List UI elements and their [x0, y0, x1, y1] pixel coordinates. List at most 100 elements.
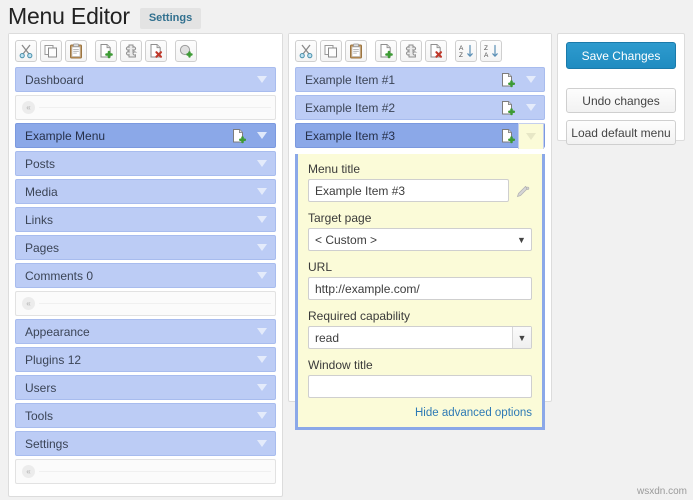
url-input[interactable]	[308, 277, 532, 300]
sidebar-item-tools[interactable]: Tools	[15, 403, 276, 428]
row-expand-toggle[interactable]	[249, 432, 275, 455]
copy-button[interactable]	[40, 39, 62, 62]
paste-button[interactable]	[65, 39, 87, 62]
puzzle-icon	[403, 43, 419, 59]
capability-select-wrap: ▼	[308, 326, 532, 349]
puzzle-icon	[123, 43, 139, 59]
submenu-panel: AZZA Example Item #1 Example Item #2 Examp…	[288, 33, 552, 430]
pencil-icon[interactable]	[514, 183, 532, 199]
row-expand-toggle[interactable]	[249, 152, 275, 175]
separator-line	[39, 107, 271, 108]
chevron-down-icon	[526, 104, 536, 111]
row-expand-toggle[interactable]	[249, 236, 275, 259]
cut-button[interactable]	[295, 39, 317, 62]
row-expand-toggle[interactable]	[249, 264, 275, 287]
target-page-select-wrap: ▼	[308, 228, 532, 251]
menu-separator-row[interactable]: «	[15, 291, 276, 316]
new-separator-button[interactable]	[400, 39, 422, 62]
sort-descending-button[interactable]: ZA	[480, 39, 502, 62]
sidebar-item-comments-0[interactable]: Comments 0	[15, 263, 276, 288]
show-hidden-icon	[178, 43, 194, 59]
new-page-icon	[498, 128, 518, 144]
submenu-expand-toggle[interactable]	[518, 122, 544, 149]
sidebar-item-users[interactable]: Users	[15, 375, 276, 400]
capability-select[interactable]	[308, 326, 532, 349]
row-expand-toggle[interactable]	[249, 404, 275, 427]
chevron-down-icon	[257, 244, 267, 251]
show-hidden-button[interactable]	[175, 39, 197, 62]
submenu-item-label: Example Item #2	[305, 100, 396, 115]
row-expand-toggle[interactable]	[249, 68, 275, 91]
row-expand-toggle[interactable]	[249, 320, 275, 343]
chevron-down-icon	[257, 76, 267, 83]
delete-item-button[interactable]	[425, 39, 447, 62]
svg-text:Z: Z	[459, 52, 463, 59]
sidebar-item-media[interactable]: Media	[15, 179, 276, 204]
new-menu-button[interactable]	[95, 39, 117, 62]
menu-separator-row[interactable]: «	[15, 95, 276, 120]
paste-button[interactable]	[345, 39, 367, 62]
sort-ascending-button[interactable]: AZ	[455, 39, 477, 62]
undo-changes-button[interactable]: Undo changes	[566, 88, 676, 113]
top-level-toolbar	[9, 34, 282, 67]
sidebar-item-label: Posts	[25, 156, 56, 171]
submenu-expand-toggle[interactable]	[518, 96, 544, 119]
menu-title-input[interactable]	[308, 179, 509, 202]
sidebar-item-posts[interactable]: Posts	[15, 151, 276, 176]
new-item-button[interactable]	[375, 39, 397, 62]
submenu-item-list: Example Item #1 Example Item #2 Example It…	[289, 67, 551, 157]
chevron-down-icon	[257, 132, 267, 139]
cut-button[interactable]	[15, 39, 37, 62]
url-row	[308, 277, 532, 300]
sidebar-item-label: Tools	[25, 408, 54, 423]
row-expand-toggle[interactable]	[249, 180, 275, 203]
submenu-item-3[interactable]: Example Item #3	[295, 122, 545, 149]
submenu-item-2[interactable]: Example Item #2	[295, 95, 545, 120]
clipboard-icon	[348, 43, 364, 59]
sort-za-icon: ZA	[483, 43, 499, 59]
item-edit-form: Menu title Target page ▼ URL	[295, 154, 545, 430]
row-expand-toggle[interactable]	[249, 124, 275, 147]
sidebar-item-label: Pages	[25, 240, 60, 255]
window-title-label: Window title	[308, 358, 373, 372]
target-page-select[interactable]	[308, 228, 532, 251]
menu-separator-row[interactable]: «	[15, 459, 276, 484]
url-label: URL	[308, 260, 333, 274]
window-title-row	[308, 375, 532, 398]
sidebar-item-settings[interactable]: Settings	[15, 431, 276, 456]
svg-text:Z: Z	[484, 45, 488, 52]
menu-title-label: Menu title	[308, 162, 361, 176]
submenu-item-1[interactable]: Example Item #1	[295, 67, 545, 92]
copy-icon	[43, 43, 59, 59]
copy-button[interactable]	[320, 39, 342, 62]
submenu-expand-toggle[interactable]	[518, 68, 544, 91]
row-expand-toggle[interactable]	[249, 376, 275, 399]
new-page-icon	[378, 43, 394, 59]
sidebar-item-example-menu[interactable]: Example Menu	[15, 123, 276, 148]
chevron-down-icon	[257, 188, 267, 195]
watermark: wsxdn.com	[636, 486, 687, 497]
delete-menu-button[interactable]	[145, 39, 167, 62]
load-default-menu-button[interactable]: Load default menu	[566, 120, 676, 145]
new-page-icon	[98, 43, 114, 59]
toggle-advanced-options-link[interactable]: Hide advanced options	[308, 407, 532, 419]
save-changes-button[interactable]: Save Changes	[566, 42, 676, 69]
new-separator-button[interactable]	[120, 39, 142, 62]
capability-label: Required capability	[308, 309, 411, 323]
row-expand-toggle[interactable]	[249, 348, 275, 371]
sidebar-item-label: Plugins 12	[25, 352, 82, 367]
sort-az-icon: AZ	[458, 43, 474, 59]
page-header: Menu Editor Settings	[8, 2, 202, 32]
sidebar-item-dashboard[interactable]: Dashboard	[15, 67, 276, 92]
sidebar-item-links[interactable]: Links	[15, 207, 276, 232]
sidebar-item-plugins-12[interactable]: Plugins 12	[15, 347, 276, 372]
row-expand-toggle[interactable]	[249, 208, 275, 231]
window-title-input[interactable]	[308, 375, 532, 398]
chevron-down-icon	[257, 160, 267, 167]
delete-page-icon	[148, 43, 164, 59]
submenu-item-label: Example Item #1	[305, 72, 396, 87]
actions-button-column: Save Changes Undo changes Load default m…	[558, 34, 684, 153]
sidebar-item-pages[interactable]: Pages	[15, 235, 276, 260]
scissors-icon	[298, 43, 314, 59]
sidebar-item-appearance[interactable]: Appearance	[15, 319, 276, 344]
